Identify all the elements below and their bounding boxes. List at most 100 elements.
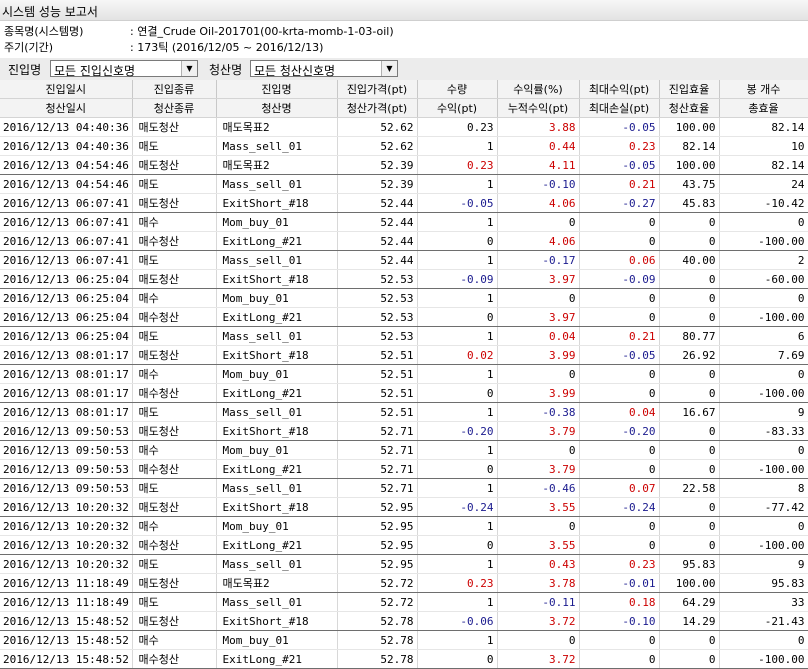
efficiency-cell: 100.00 [659,155,720,175]
table-row[interactable]: 2016/12/13 06:07:41 매도청산 ExitShort_#18 52.4… [0,193,808,213]
table-row[interactable]: 2016/12/13 06:07:41 매수청산 ExitLong_#21 52.44… [0,231,808,251]
entry-filter-select[interactable]: 모든 진입신호명 ▼ [50,60,198,78]
exit-filter-value: 모든 청산신호명 [254,64,336,78]
col-entry-price[interactable]: 진입가격(pt) [337,80,418,99]
col-entry-name[interactable]: 진입명 [216,80,338,99]
col-entry-efficiency[interactable]: 진입효율 [659,80,720,99]
col-profit[interactable]: 수익(pt) [417,98,498,118]
table-row[interactable]: 2016/12/13 10:20:32 매수 Mom_buy_01 52.95 1 0 0 0… [0,516,808,536]
table-row[interactable]: 2016/12/13 06:25:04 매수 Mom_buy_01 52.53 1 0 0 0… [0,288,808,308]
table-row[interactable]: 2016/12/13 15:48:52 매수 Mom_buy_01 52.78 1 0 0 0… [0,630,808,650]
efficiency-cell: 82.14 [659,136,720,156]
type-cell: 매도청산 [132,573,217,593]
table-row[interactable]: 2016/12/13 09:50:53 매도청산 ExitShort_#18 52.7… [0,421,808,441]
return-cell: 0.04 [497,326,580,346]
type-cell: 매도 [132,402,217,422]
signal-name-cell: 매도목표2 [216,155,338,175]
exit-filter-select[interactable]: 모든 청산신호명 ▼ [250,60,398,78]
qty-profit-cell: 1 [417,630,498,650]
time-cell: 2016/12/13 10:20:32 [0,497,133,517]
return-cell: 3.79 [497,421,580,441]
col-total-efficiency[interactable]: 총효율 [719,98,808,118]
table-row[interactable]: 2016/12/13 06:25:04 매수청산 ExitLong_#21 52.53… [0,307,808,327]
max-profit-loss-cell: 0 [579,212,660,232]
table-row[interactable]: 2016/12/13 08:01:17 매도청산 ExitShort_#18 52.5… [0,345,808,365]
table-row[interactable]: 2016/12/13 06:07:41 매도 Mass_sell_01 52.44 1-… [0,250,808,270]
col-entry-type[interactable]: 진입종류 [132,80,217,99]
col-exit-type[interactable]: 청산종류 [132,98,217,118]
table-row[interactable]: 2016/12/13 10:20:32 매도청산 ExitShort_#18 52.9… [0,497,808,517]
type-cell: 매도 [132,136,217,156]
table-row[interactable]: 2016/12/13 15:48:52 매수청산 ExitLong_#21 52.78… [0,649,808,669]
qty-profit-cell: 1 [417,136,498,156]
table-row[interactable]: 2016/12/13 06:07:41 매수 Mom_buy_01 52.44 1 0 0 0… [0,212,808,232]
time-cell: 2016/12/13 15:48:52 [0,649,133,669]
qty-profit-cell: 0.23 [417,573,498,593]
qty-profit-cell: -0.05 [417,193,498,213]
type-cell: 매도청산 [132,421,217,441]
bars-total-cell: 0 [719,288,808,308]
qty-profit-cell: -0.24 [417,497,498,517]
table-row[interactable]: 2016/12/13 08:01:17 매수청산 ExitLong_#21 52.51… [0,383,808,403]
col-exit-time[interactable]: 청산일시 [0,98,133,118]
qty-profit-cell: 0 [417,231,498,251]
table-row[interactable]: 2016/12/13 09:50:53 매수 Mom_buy_01 52.71 1 0 0 0… [0,440,808,460]
dropdown-arrow-icon[interactable]: ▼ [381,61,397,76]
table-row[interactable]: 2016/12/13 04:40:36 매도 Mass_sell_01 52.62 1 0… [0,136,808,156]
price-cell: 52.62 [337,117,418,137]
bars-total-cell: -77.42 [719,497,808,517]
signal-name-cell: Mass_sell_01 [216,136,338,156]
qty-profit-cell: 1 [417,250,498,270]
efficiency-cell: 0 [659,649,720,669]
price-cell: 52.51 [337,383,418,403]
signal-name-cell: ExitLong_#21 [216,231,338,251]
table-row[interactable]: 2016/12/13 04:40:36 매도청산 매도목표2 52.62 0.23 3.8… [0,117,808,137]
time-cell: 2016/12/13 08:01:17 [0,345,133,365]
time-cell: 2016/12/13 10:20:32 [0,535,133,555]
table-row[interactable]: 2016/12/13 04:54:46 매도청산 매도목표2 52.39 0.23 4.1… [0,155,808,175]
col-entry-time[interactable]: 진입일시 [0,80,133,99]
col-return-rate[interactable]: 수익률(%) [497,80,580,99]
col-exit-name[interactable]: 청산명 [216,98,338,118]
table-row[interactable]: 2016/12/13 06:25:04 매도 Mass_sell_01 52.53 1 0… [0,326,808,346]
col-bar-count[interactable]: 봉 개수 [719,80,808,99]
table-row[interactable]: 2016/12/13 08:01:17 매도 Mass_sell_01 52.51 1-… [0,402,808,422]
bars-total-cell: -100.00 [719,535,808,555]
table-row[interactable]: 2016/12/13 10:20:32 매도 Mass_sell_01 52.95 1 0… [0,554,808,574]
table-row[interactable]: 2016/12/13 15:48:52 매도청산 ExitShort_#18 52.7… [0,611,808,631]
time-cell: 2016/12/13 09:50:53 [0,440,133,460]
col-max-profit[interactable]: 최대수익(pt) [579,80,660,99]
signal-name-cell: Mom_buy_01 [216,212,338,232]
table-row[interactable]: 2016/12/13 09:50:53 매수청산 ExitLong_#21 52.71… [0,459,808,479]
price-cell: 52.95 [337,535,418,555]
col-quantity[interactable]: 수량 [417,80,498,99]
table-row[interactable]: 2016/12/13 04:54:46 매도 Mass_sell_01 52.39 1-… [0,174,808,194]
table-row[interactable]: 2016/12/13 06:25:04 매도청산 ExitShort_#18 52.5… [0,269,808,289]
header-row-1: 진입일시 진입종류 진입명 진입가격(pt) 수량 수익률(%) 최대수익(pt… [0,80,808,99]
bars-total-cell: -21.43 [719,611,808,631]
table-row[interactable]: 2016/12/13 11:18:49 매도청산 매도목표2 52.72 0.23 3.7… [0,573,808,593]
qty-profit-cell: 1 [417,326,498,346]
price-cell: 52.53 [337,326,418,346]
col-exit-price[interactable]: 청산가격(pt) [337,98,418,118]
signal-name-cell: ExitLong_#21 [216,459,338,479]
signal-name-cell: ExitShort_#18 [216,269,338,289]
efficiency-cell: 0 [659,630,720,650]
dropdown-arrow-icon[interactable]: ▼ [181,61,197,76]
table-row[interactable]: 2016/12/13 10:20:32 매수청산 ExitLong_#21 52.95… [0,535,808,555]
table-row[interactable]: 2016/12/13 11:18:49 매도 Mass_sell_01 52.72 1-… [0,592,808,612]
time-cell: 2016/12/13 04:40:36 [0,117,133,137]
table-row[interactable]: 2016/12/13 09:50:53 매도 Mass_sell_01 52.71 1-… [0,478,808,498]
type-cell: 매수 [132,630,217,650]
max-profit-loss-cell: -0.05 [579,117,660,137]
efficiency-cell: 0 [659,535,720,555]
col-cumulative-profit[interactable]: 누적수익(pt) [497,98,580,118]
col-exit-efficiency[interactable]: 청산효율 [659,98,720,118]
efficiency-cell: 0 [659,516,720,536]
signal-name-cell: ExitLong_#21 [216,649,338,669]
return-cell: 3.72 [497,649,580,669]
price-cell: 52.95 [337,554,418,574]
table-row[interactable]: 2016/12/13 08:01:17 매수 Mom_buy_01 52.51 1 0 0 0… [0,364,808,384]
time-cell: 2016/12/13 06:25:04 [0,326,133,346]
col-max-loss[interactable]: 최대손실(pt) [579,98,660,118]
